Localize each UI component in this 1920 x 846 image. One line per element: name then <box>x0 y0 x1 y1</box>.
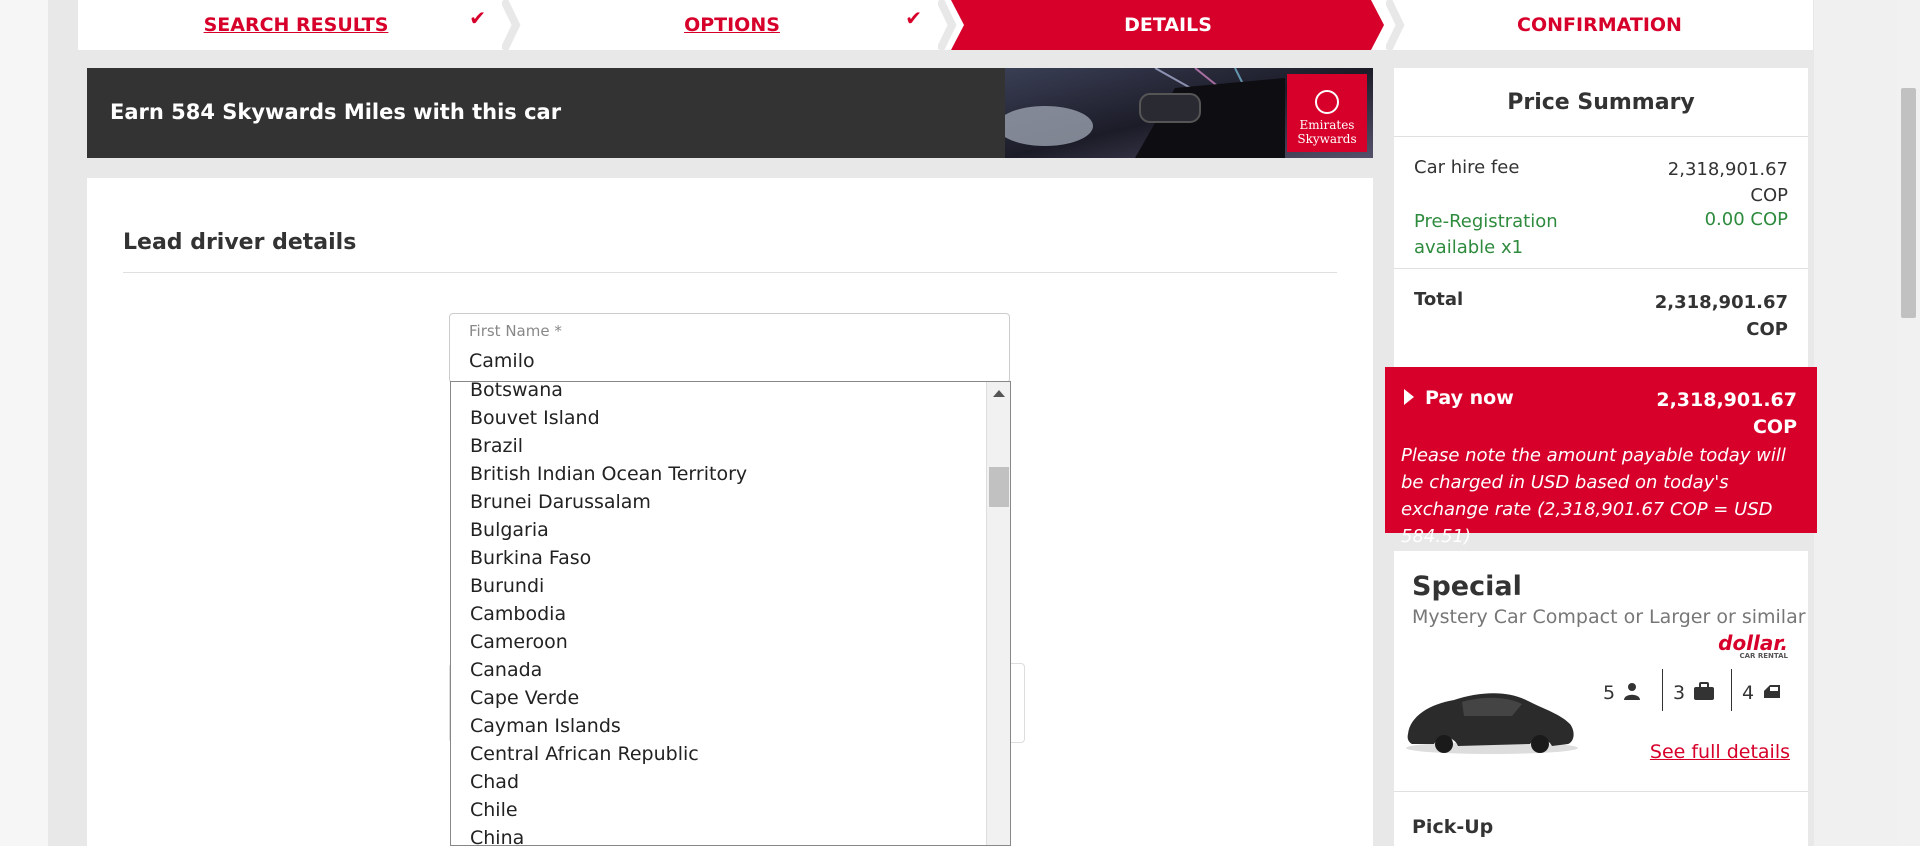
step-label: DETAILS <box>1124 14 1212 36</box>
window-scrollbar[interactable] <box>1897 0 1920 846</box>
currency: COP <box>1746 319 1788 340</box>
country-option[interactable]: Botswana <box>451 382 986 404</box>
booking-stepper: SEARCH RESULTS ✔ OPTIONS ✔ DETAILS CONFI… <box>78 0 1813 50</box>
price-summary-title: Price Summary <box>1394 68 1808 137</box>
check-icon: ✔ <box>469 6 486 30</box>
passenger-count: 5 <box>1603 673 1641 713</box>
supplier-logo: dollar. CAR RENTAL <box>1718 631 1788 660</box>
emirates-skywards-logo: Emirates Skywards <box>1287 74 1367 152</box>
car-hire-fee-label: Car hire fee <box>1414 157 1520 178</box>
country-option[interactable]: Central African Republic <box>451 740 986 768</box>
country-option[interactable]: Cape Verde <box>451 684 986 712</box>
country-option[interactable]: China <box>451 824 986 845</box>
caret-right-icon[interactable] <box>1404 389 1414 405</box>
price-summary-card: Price Summary Car hire fee 2,318,901.67 … <box>1394 68 1808 368</box>
country-option[interactable]: Burkina Faso <box>451 544 986 572</box>
scroll-up-arrow-icon[interactable] <box>993 390 1005 397</box>
page-margin <box>0 0 48 846</box>
skywards-miles-text: Earn 584 Skywards Miles with this car <box>110 100 562 124</box>
door-count: 4 <box>1742 673 1782 713</box>
mystery-car-image <box>1402 676 1582 756</box>
check-icon: ✔ <box>905 6 922 30</box>
country-option[interactable]: Bulgaria <box>451 516 986 544</box>
country-option[interactable]: Brazil <box>451 432 986 460</box>
bag-count-value: 3 <box>1673 682 1686 704</box>
divider <box>1394 791 1808 792</box>
step-options[interactable]: OPTIONS ✔ <box>514 0 950 50</box>
amount: 2,318,901.67 <box>1667 159 1788 180</box>
country-option[interactable]: Bouvet Island <box>451 404 986 432</box>
pre-registration-label: Pre-Registration available x1 <box>1414 211 1558 258</box>
banner-car-image: Emirates Skywards <box>1005 68 1373 158</box>
window-scrollbar-thumb[interactable] <box>1901 88 1916 318</box>
country-option[interactable]: Burundi <box>451 572 986 600</box>
currency: COP <box>1752 416 1797 438</box>
country-dropdown-list[interactable]: Botswana Bouvet Island Brazil British India… <box>450 381 1011 846</box>
first-name-value[interactable]: Camilo <box>469 350 535 372</box>
door-count-value: 4 <box>1742 682 1755 704</box>
pay-now-label[interactable]: Pay now <box>1425 387 1514 409</box>
car-door-icon <box>1762 682 1782 704</box>
step-label[interactable]: SEARCH RESULTS <box>204 14 389 36</box>
country-option[interactable]: Cambodia <box>451 600 986 628</box>
car-category-title: Special <box>1412 571 1522 602</box>
pay-now-box[interactable]: Pay now 2,318,901.67 COP Please note the… <box>1385 367 1817 547</box>
country-option[interactable]: Chad <box>451 768 986 796</box>
passenger-count-value: 5 <box>1603 682 1616 704</box>
country-option[interactable]: Cameroon <box>451 628 986 656</box>
logo-line1: Emirates <box>1299 118 1355 132</box>
total-label: Total <box>1414 289 1464 310</box>
country-option[interactable]: Canada <box>451 656 986 684</box>
step-label[interactable]: OPTIONS <box>684 14 780 36</box>
logo-line2: Skywards <box>1297 132 1357 146</box>
car-model-subtitle: Mystery Car Compact or Larger or similar <box>1412 606 1806 628</box>
pre-registration-amount: 0.00 COP <box>1704 209 1788 230</box>
country-option[interactable]: Cayman Islands <box>451 712 986 740</box>
pre-registration-row: Pre-Registration available x1 0.00 COP <box>1394 199 1808 269</box>
step-label: CONFIRMATION <box>1517 14 1682 36</box>
feature-divider <box>1731 669 1732 711</box>
skywards-banner: Earn 584 Skywards Miles with this car Em… <box>87 68 1373 158</box>
first-name-field[interactable]: First Name * Camilo <box>449 313 1010 383</box>
country-options: Botswana Bouvet Island Brazil British India… <box>451 382 986 845</box>
divider <box>123 272 1337 273</box>
car-hire-fee-row: Car hire fee 2,318,901.67 COP <box>1394 137 1808 206</box>
feature-divider <box>1662 669 1663 711</box>
scrollbar-thumb[interactable] <box>989 467 1009 507</box>
exchange-rate-note: Please note the amount payable today wil… <box>1401 445 1786 547</box>
see-full-details-link[interactable]: See full details <box>1650 741 1790 763</box>
country-option[interactable]: British Indian Ocean Territory <box>451 460 986 488</box>
amount: 2,318,901.67 <box>1656 389 1797 411</box>
emirates-emblem-icon <box>1315 90 1339 114</box>
suitcase-icon <box>1693 681 1715 705</box>
country-option[interactable]: Brunei Darussalam <box>451 488 986 516</box>
section-title: Lead driver details <box>123 230 357 255</box>
step-details: DETAILS <box>950 0 1386 50</box>
pickup-heading: Pick-Up <box>1412 816 1494 838</box>
step-confirmation: CONFIRMATION <box>1386 0 1813 50</box>
total-row: Total 2,318,901.67 COP <box>1394 269 1808 349</box>
country-option[interactable]: Chile <box>451 796 986 824</box>
bag-count: 3 <box>1673 673 1715 713</box>
amount: 2,318,901.67 <box>1654 292 1788 313</box>
dropdown-scrollbar[interactable] <box>986 382 1010 845</box>
pay-now-amount: 2,318,901.67 COP <box>1656 387 1797 441</box>
total-amount: 2,318,901.67 COP <box>1655 289 1788 343</box>
car-summary-card: Special Mystery Car Compact or Larger or… <box>1394 551 1808 846</box>
step-search-results[interactable]: SEARCH RESULTS ✔ <box>78 0 514 50</box>
first-name-label: First Name * <box>469 322 562 340</box>
person-icon <box>1623 682 1641 705</box>
